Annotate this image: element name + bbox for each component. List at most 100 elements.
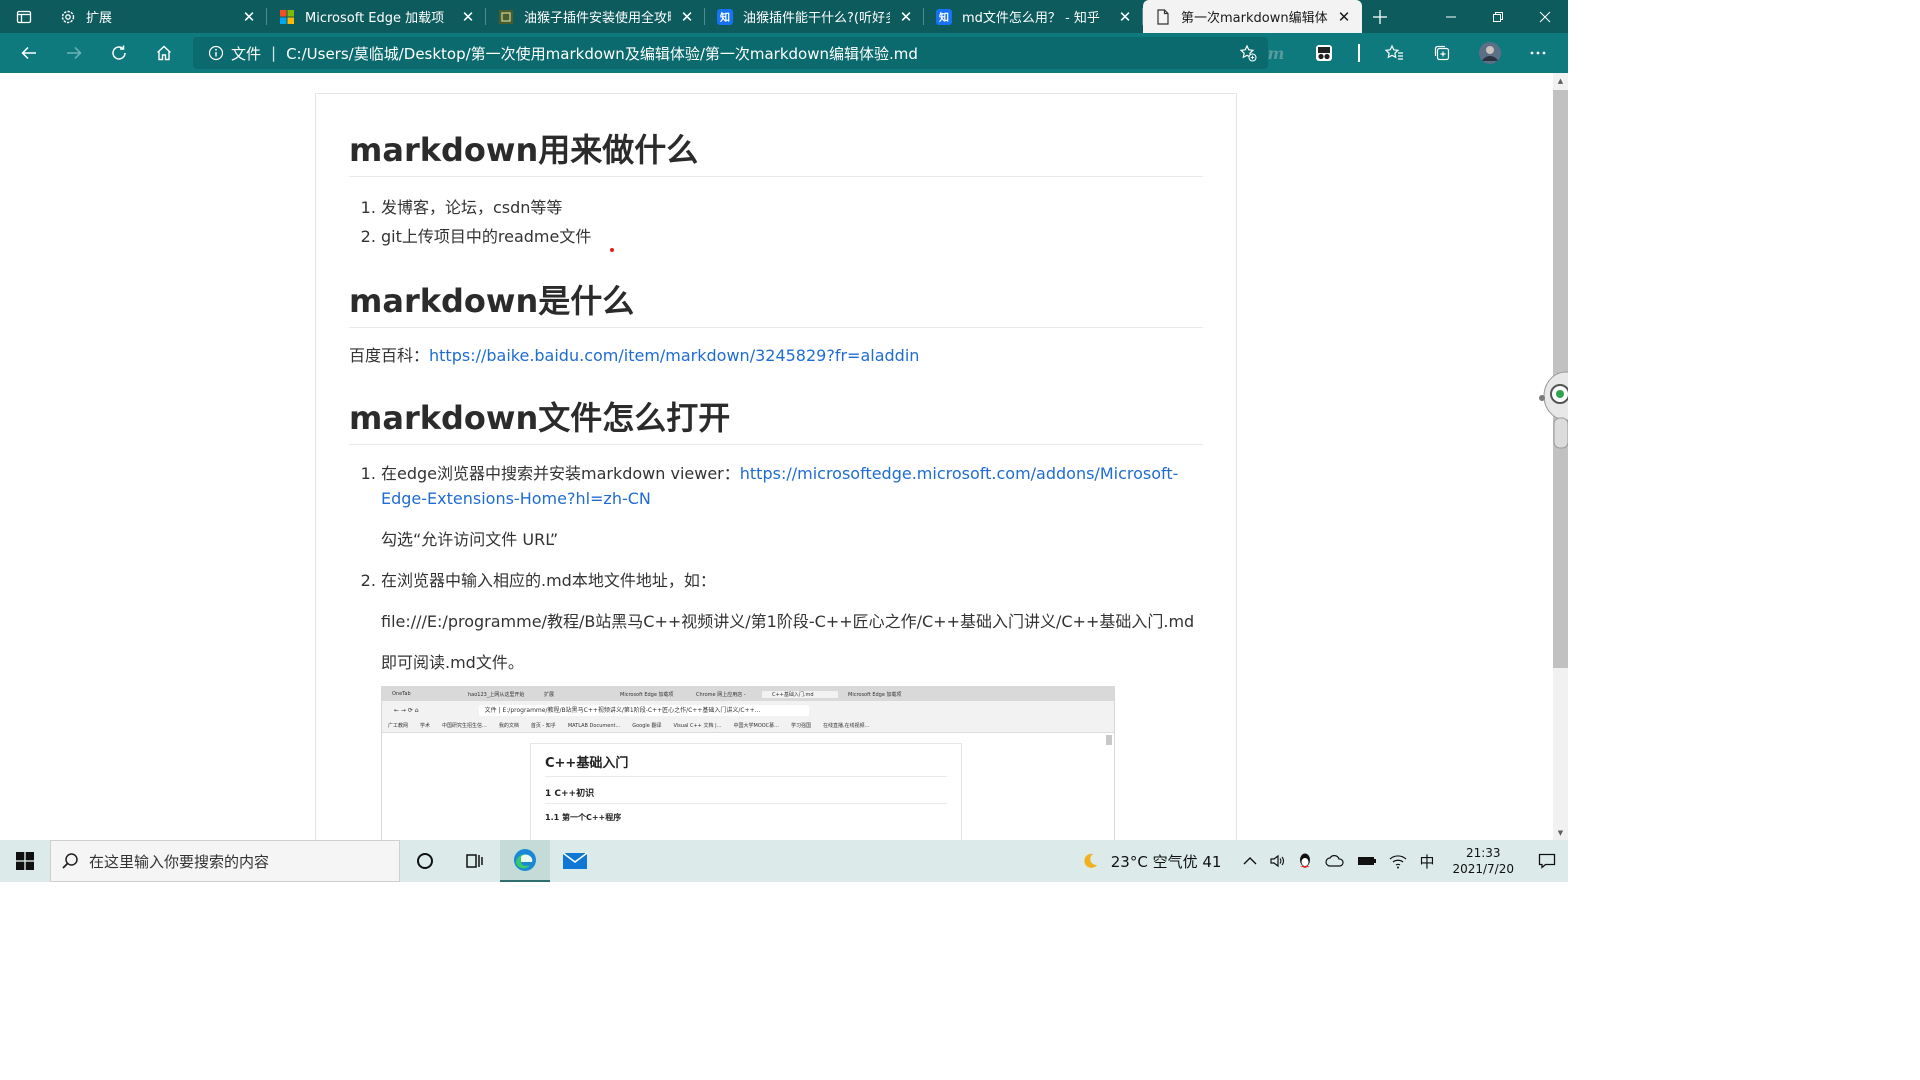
baike-prefix: 百度百科： [349, 346, 430, 365]
collections-button[interactable] [1418, 33, 1466, 73]
scroll-up-arrow-icon[interactable]: ▲ [1553, 73, 1568, 88]
tab-markdown-doc[interactable]: 第一次markdown编辑体验.m ✕ [1143, 0, 1362, 33]
embedded-bookmark: MATLAB Document... [567, 722, 621, 729]
gear-icon [60, 9, 76, 25]
embedded-toolbar: ← → ⟳ ⌂ 文件 | E:/programme/教程/B站黑马C++视频讲义… [382, 701, 1114, 719]
profile-avatar[interactable] [1466, 33, 1514, 73]
toolbar-right: m [1252, 33, 1568, 73]
new-tab-button[interactable] [1362, 0, 1398, 33]
list-open-steps: 在edge浏览器中搜索并安装markdown viewer：https://mi… [349, 461, 1203, 675]
minimize-button[interactable] [1427, 0, 1474, 33]
step1-note: 勾选“允许访问文件 URL” [381, 530, 559, 549]
mail-icon [562, 852, 588, 869]
tab-title: 扩展 [86, 11, 113, 26]
tab-zhihu-tampermonkey[interactable]: 知 油猴插件能干什么?(听好多人 ✕ [705, 0, 924, 33]
wifi-icon[interactable] [1383, 853, 1413, 869]
ime-indicator[interactable]: 中 [1413, 851, 1440, 872]
embedded-document: C++基础入门 1 C++初识 1.1 第一个C++程序 [530, 743, 962, 845]
task-view-button[interactable] [450, 840, 500, 882]
browser-toolbar: 文件 | C:/Users/莫临城/Desktop/第一次使用markdown及… [0, 33, 1568, 73]
tab-actions-icon [16, 10, 32, 23]
avatar-icon [1479, 42, 1501, 64]
markdown-viewer-extension-icon[interactable]: m [1252, 33, 1300, 73]
embedded-tab: Chrome 网上应用店 - [696, 691, 746, 698]
start-button[interactable] [0, 840, 50, 882]
taskbar-search-box[interactable]: 在这里输入你要搜索的内容 [50, 840, 400, 882]
close-icon[interactable]: ✕ [1115, 7, 1135, 27]
close-icon[interactable]: ✕ [896, 7, 916, 27]
list-uses: 发博客，论坛，csdn等等 git上传项目中的readme文件 [349, 193, 1203, 251]
heading-what-is: markdown是什么 [349, 281, 1203, 328]
taskbar-edge-app[interactable] [500, 840, 550, 882]
qq-penguin-icon[interactable] [1291, 852, 1319, 870]
heading-what-for: markdown用来做什么 [349, 130, 1203, 177]
embedded-bookmark: 广工教网 [388, 723, 409, 729]
close-icon[interactable]: ✕ [458, 7, 478, 27]
system-clock[interactable]: 21:33 2021/7/20 [1440, 845, 1526, 877]
notification-icon[interactable] [1526, 852, 1568, 870]
tab-actions-button[interactable] [0, 0, 48, 33]
embedded-bookmark: 学习强国 [790, 723, 811, 729]
address-separator: | [271, 44, 277, 62]
tab-strip: 扩展 ✕ Microsoft Edge 加载项 ✕ 油猴子插件安装使用全攻略 ✕… [0, 0, 1568, 33]
arrow-left-icon [20, 46, 36, 60]
back-button[interactable] [6, 33, 51, 73]
close-icon[interactable]: ✕ [1334, 7, 1354, 27]
home-button[interactable] [141, 33, 186, 73]
search-icon [51, 852, 89, 870]
step2-after: 即可阅读.md文件。 [381, 653, 524, 672]
embedded-nav-icons: ← → ⟳ ⌂ [394, 706, 419, 714]
tab-tampermonkey-guide[interactable]: 油猴子插件安装使用全攻略 ✕ [486, 0, 705, 33]
embedded-tab: Microsoft Edge 加载项 [620, 691, 674, 698]
collections-icon [1434, 45, 1450, 61]
onedrive-cloud-icon[interactable] [1319, 854, 1351, 868]
forward-button[interactable] [51, 33, 96, 73]
embedded-bookmark: Google 翻译 [632, 723, 662, 729]
system-tray: 23°C 空气优 41 中 21:33 2021/7/20 [1075, 840, 1568, 882]
volume-icon[interactable] [1263, 853, 1291, 869]
tampermonkey-extension-icon[interactable] [1300, 33, 1348, 73]
tab-title: md文件怎么用？ - 知乎 [962, 11, 1100, 26]
settings-more-button[interactable] [1514, 33, 1562, 73]
close-icon[interactable]: ✕ [239, 7, 259, 27]
embedded-heading-2: 1 C++初识 [545, 786, 947, 804]
address-bar[interactable]: 文件 | C:/Users/莫临城/Desktop/第一次使用markdown及… [193, 37, 1268, 69]
more-icon [1530, 51, 1546, 55]
embedded-screenshot-image: OneTab hao123_上网从这里开始 扩展 Microsoft Edge … [381, 686, 1115, 846]
battery-icon[interactable] [1351, 855, 1383, 867]
windows-logo-icon [16, 852, 34, 870]
info-icon[interactable] [203, 45, 229, 61]
search-placeholder: 在这里输入你要搜索的内容 [89, 852, 270, 871]
page-scrollbar[interactable]: ▲ ▼ [1553, 73, 1568, 840]
embedded-heading-1: C++基础入门 [545, 752, 947, 777]
chevron-up-icon[interactable] [1237, 856, 1263, 866]
step2-text: 在浏览器中输入相应的.md本地文件地址，如： [381, 571, 716, 590]
scroll-down-arrow-icon[interactable]: ▼ [1553, 825, 1568, 840]
weather-moon-icon[interactable] [1075, 852, 1105, 870]
restore-button[interactable] [1474, 0, 1521, 33]
refresh-icon [111, 45, 126, 60]
refresh-button[interactable] [96, 33, 141, 73]
close-window-button[interactable] [1521, 0, 1568, 33]
tab-edge-addons[interactable]: Microsoft Edge 加载项 ✕ [267, 0, 486, 33]
tab-title: 油猴插件能干什么?(听好多人 [743, 11, 890, 26]
taskbar-mail-app[interactable] [550, 840, 600, 882]
favorites-button[interactable] [1370, 33, 1418, 73]
embedded-bookmark: 首页 - 知乎 [530, 723, 556, 729]
greenbox-icon [498, 9, 514, 25]
list-item: 在edge浏览器中搜索并安装markdown viewer：https://mi… [381, 461, 1203, 552]
weather-text[interactable]: 23°C 空气优 41 [1105, 851, 1228, 872]
embedded-bookmark: Visual C++ 文档 |... [673, 723, 722, 729]
robot-mascot-icon[interactable] [1536, 362, 1589, 454]
baike-paragraph: 百度百科：https://baike.baidu.com/item/markdo… [349, 344, 1203, 368]
tab-zhihu-md[interactable]: 知 md文件怎么用？ - 知乎 ✕ [924, 0, 1143, 33]
list-item: git上传项目中的readme文件 [381, 222, 1203, 251]
cortana-button[interactable] [400, 840, 450, 882]
baike-link[interactable]: https://baike.baidu.com/item/markdown/32… [429, 346, 919, 365]
embedded-tab: C++基础入门.md [762, 690, 838, 698]
tab-extensions[interactable]: 扩展 ✕ [48, 0, 267, 33]
address-url[interactable]: C:/Users/莫临城/Desktop/第一次使用markdown及编辑体验/… [286, 43, 918, 64]
embedded-page-body: C++基础入门 1 C++初识 1.1 第一个C++程序 [382, 733, 1114, 845]
close-icon[interactable]: ✕ [677, 7, 697, 27]
embedded-tab: Microsoft Edge 加载项 [848, 691, 902, 698]
